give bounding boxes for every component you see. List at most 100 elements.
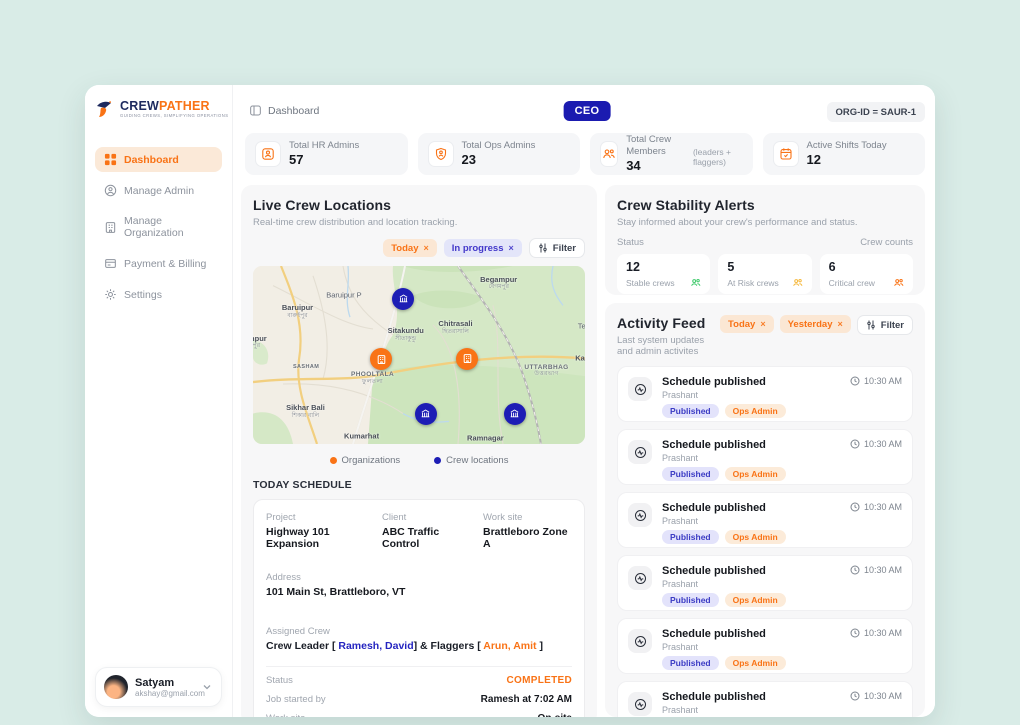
clock-icon: [850, 502, 860, 512]
close-icon[interactable]: ×: [423, 243, 428, 253]
role-badge: CEO: [564, 101, 611, 121]
sidebar-item-label: Settings: [124, 289, 162, 301]
feed-actor: Prashant: [662, 453, 902, 463]
sidebar-toggle-icon[interactable]: [249, 104, 262, 117]
chip-label: In progress: [452, 243, 504, 254]
stable-crews-label: Stable crews: [626, 278, 675, 288]
stable-crews-card: 12 Stable crews: [617, 254, 710, 294]
map-label: SASHAM: [293, 364, 319, 370]
legend-label: Crew locations: [446, 455, 508, 466]
brand-tagline: GUIDING CREWS, SIMPLIFYING OPERATIONS: [120, 114, 228, 118]
crew-members-icon: [602, 147, 616, 161]
organization-icon: [462, 353, 473, 364]
critical-crew-icon: [893, 277, 904, 288]
published-badge: Published: [662, 467, 719, 481]
sidebar-item-payment-billing[interactable]: Payment & Billing: [95, 251, 222, 276]
top-bar: Dashboard CEO ORG-ID = SAUR-1: [249, 101, 925, 125]
map-label: Baruipur P: [326, 292, 361, 301]
chip-yesterday[interactable]: Yesterday×: [780, 315, 851, 333]
filter-label: Filter: [553, 243, 576, 254]
feed-item[interactable]: Schedule published Prashant Published Op…: [617, 618, 913, 674]
chip-label: Today: [728, 319, 755, 330]
at-risk-crews-value: 5: [727, 260, 802, 274]
close-icon[interactable]: ×: [838, 319, 843, 329]
sidebar-nav: Dashboard Manage Admin Manage Organizati…: [95, 147, 222, 307]
stat-card-active-shifts: Active Shifts Today 12: [763, 133, 926, 175]
status-value: COMPLETED: [507, 675, 572, 686]
close-icon[interactable]: ×: [509, 243, 514, 253]
panel-title: Crew Stability Alerts: [617, 197, 913, 213]
feed-item[interactable]: Schedule published Prashant Published Op…: [617, 492, 913, 548]
feed-item[interactable]: Schedule published Prashant Published Op…: [617, 555, 913, 611]
calendar-icon: [779, 147, 793, 161]
crew-stability-panel: Crew Stability Alerts Stay informed abou…: [605, 185, 925, 295]
critical-crew-label: Critical crew: [829, 278, 875, 288]
chip-today[interactable]: Today ×: [720, 315, 774, 333]
organization-marker[interactable]: [456, 348, 478, 370]
crew-location-marker[interactable]: [504, 403, 526, 425]
chevron-down-icon[interactable]: [201, 681, 213, 693]
activity-icon: [634, 698, 647, 711]
breadcrumb-label: Dashboard: [268, 105, 319, 117]
panel-title: Live Crew Locations: [253, 197, 585, 213]
feed-time: 10:30 AM: [850, 628, 902, 638]
ops-admin-icon: [434, 147, 448, 161]
crew-site-icon: [509, 408, 520, 419]
critical-crew-value: 6: [829, 260, 904, 274]
sidebar-item-label: Manage Organization: [124, 215, 213, 239]
crew-map[interactable]: Baruipur P Baruipurবারুইপুর Begampurবেগম…: [253, 266, 585, 444]
close-icon[interactable]: ×: [760, 319, 765, 329]
breadcrumb[interactable]: Dashboard: [249, 104, 319, 117]
today-schedule-card: Project Highway 101 Expansion Client ABC…: [253, 499, 585, 717]
feed-item[interactable]: Schedule published Prashant Published Op…: [617, 681, 913, 717]
ops-admin-badge: Ops Admin: [725, 530, 786, 544]
chip-in-progress[interactable]: In progress ×: [444, 239, 522, 257]
user-profile-card[interactable]: Satyam akshay@gmail.com: [95, 667, 222, 707]
address-value: 101 Main St, Brattleboro, VT: [266, 586, 572, 598]
chip-today[interactable]: Today×: [383, 239, 437, 257]
client-value: ABC Traffic Control: [382, 526, 479, 550]
at-risk-crews-icon: [792, 277, 803, 288]
feed-item[interactable]: Schedule published Prashant Published Op…: [617, 429, 913, 485]
map-label: Kumarhat: [344, 433, 379, 442]
sidebar-item-settings[interactable]: Settings: [95, 282, 222, 307]
gear-icon: [104, 288, 117, 301]
crew-location-marker[interactable]: [415, 403, 437, 425]
legend-label: Organizations: [342, 455, 401, 466]
at-risk-crews-card: 5 At Risk crews: [718, 254, 811, 294]
assigned-crew-value: Crew Leader [ Ramesh, David] & Flaggers …: [266, 640, 572, 652]
status-column-label: Status: [617, 237, 644, 248]
job-started-row: Job started by Ramesh at 7:02 AM: [266, 694, 572, 705]
hr-admin-icon: [261, 147, 275, 161]
map-label: Baruipurবারুইপুর: [282, 305, 313, 321]
organization-icon: [376, 354, 387, 365]
worksite-value: Brattleboro Zone A: [483, 526, 572, 550]
filter-button[interactable]: Filter: [857, 315, 913, 335]
activity-feed-panel: Activity Feed Last system updates and ad…: [605, 303, 925, 717]
clock-icon: [850, 376, 860, 386]
stable-crews-value: 12: [626, 260, 701, 274]
filter-button[interactable]: Filter: [529, 238, 585, 258]
crew-location-marker[interactable]: [392, 288, 414, 310]
organization-marker[interactable]: [370, 348, 392, 370]
sidebar-item-dashboard[interactable]: Dashboard: [95, 147, 222, 172]
feed-actor: Prashant: [662, 705, 902, 715]
stat-value: 34: [626, 158, 685, 174]
legend-organizations: Organizations: [330, 455, 401, 466]
sidebar-item-manage-admin[interactable]: Manage Admin: [95, 178, 222, 203]
crew-site-icon: [398, 293, 409, 304]
map-label: anpurপুর: [253, 335, 267, 351]
map-label: Begampurবেগমপুর: [480, 276, 517, 292]
address-label: Address: [266, 572, 572, 583]
filter-sliders-icon: [866, 320, 876, 330]
activity-icon: [634, 509, 647, 522]
map-label: Ka: [575, 354, 585, 363]
stat-card-crew-members: Total Crew Members 34 (leaders + flagger…: [590, 133, 753, 175]
ops-admin-badge: Ops Admin: [725, 656, 786, 670]
today-schedule-heading: TODAY SCHEDULE: [253, 479, 585, 491]
panel-title: Activity Feed: [617, 315, 714, 331]
sidebar-item-manage-organization[interactable]: Manage Organization: [95, 209, 222, 245]
map-legend: Organizations Crew locations: [253, 455, 585, 466]
feed-item[interactable]: Schedule published Prashant Published Op…: [617, 366, 913, 422]
main-content: Dashboard CEO ORG-ID = SAUR-1 Total HR A…: [233, 85, 935, 717]
